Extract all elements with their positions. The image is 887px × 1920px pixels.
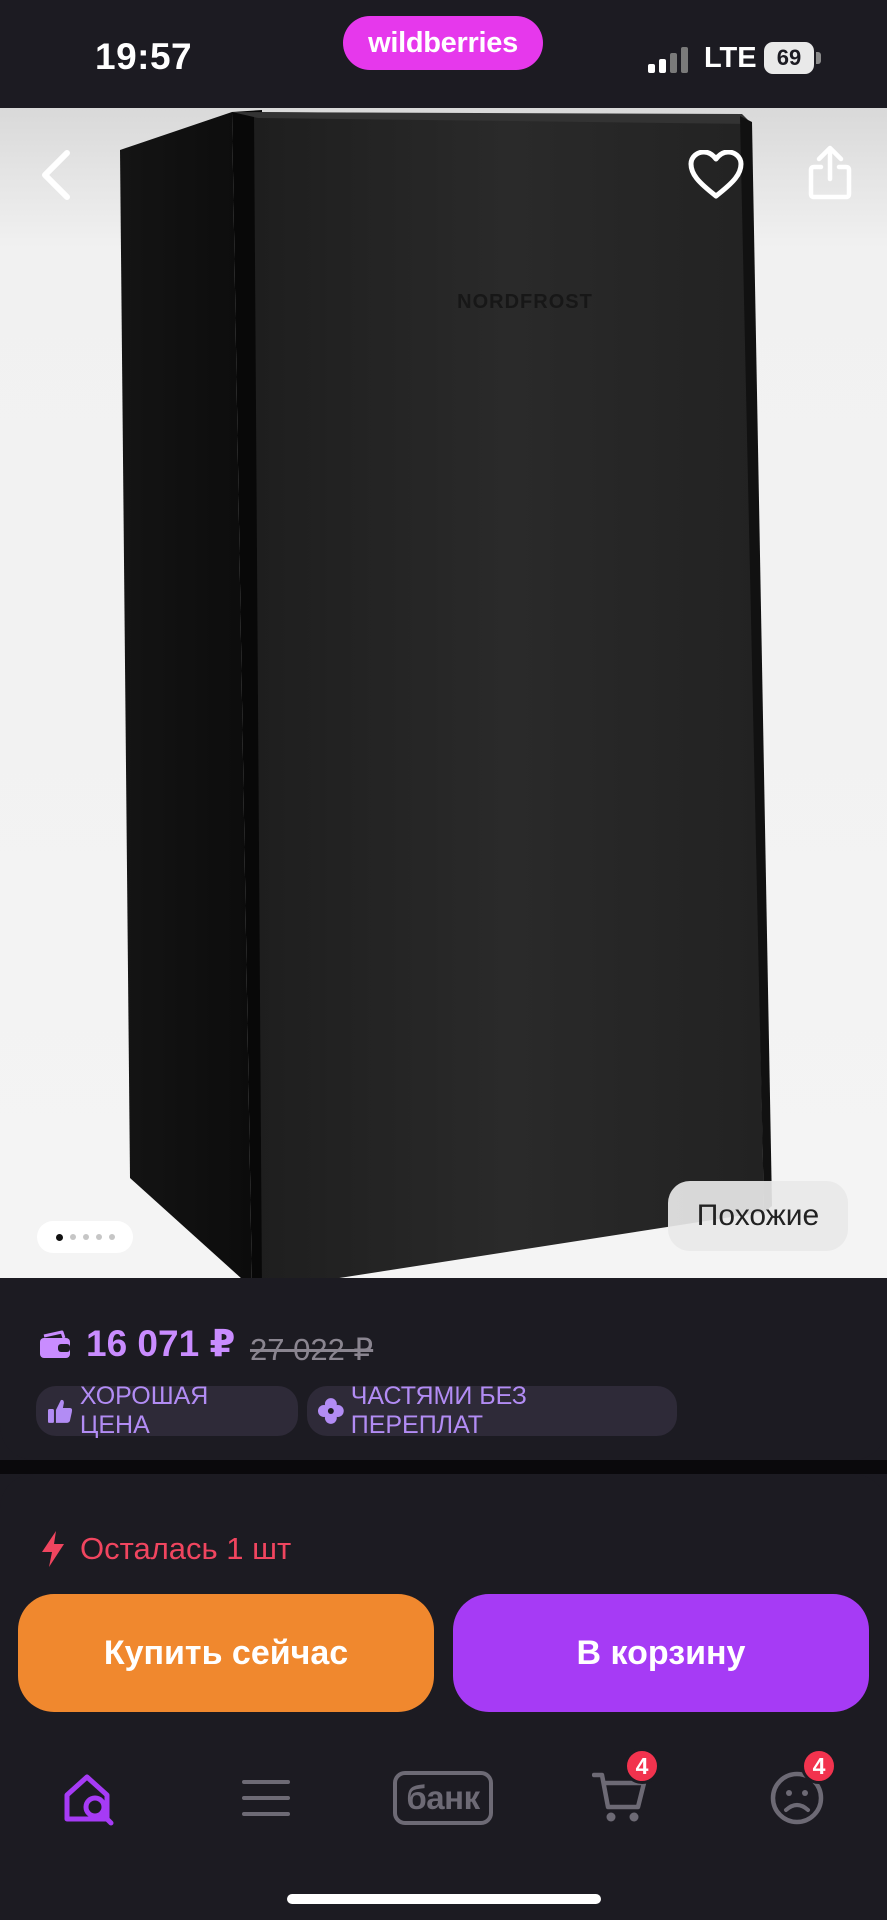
home-indicator[interactable]: [287, 1894, 601, 1904]
pagination-dot: [69, 1234, 76, 1240]
wallet-icon: [40, 1330, 70, 1358]
installments-badge[interactable]: ЧАСТЯМИ БЕЗ ПЕРЕПЛАТ: [307, 1382, 677, 1439]
brand-logo[interactable]: wildberries: [343, 16, 543, 70]
battery-level: 69: [776, 45, 802, 70]
cart-count-badge: 4: [624, 1748, 660, 1784]
tab-cart[interactable]: 4: [570, 1748, 670, 1848]
back-button[interactable]: [22, 140, 92, 210]
chevron-left-icon: [42, 150, 70, 200]
tab-bank[interactable]: банк: [393, 1748, 493, 1848]
share-icon: [808, 145, 852, 200]
good-price-badge[interactable]: ХОРОШАЯ ЦЕНА: [36, 1382, 298, 1439]
old-price: 27 022 ₽: [250, 1332, 374, 1367]
purchase-sheet: Осталась 1 шт Купить сейчас В корзину ба…: [0, 1474, 887, 1920]
favorite-button[interactable]: [681, 140, 751, 210]
installments-label: ЧАСТЯМИ БЕЗ ПЕРЕПЛАТ: [350, 1382, 527, 1439]
battery-tip: [816, 52, 821, 64]
menu-icon: [242, 1780, 290, 1816]
add-to-cart-button[interactable]: В корзину: [453, 1594, 869, 1712]
clover-icon: [317, 1398, 344, 1424]
network-label: LTE: [704, 42, 757, 74]
tab-bar: банк 4 4: [0, 1748, 887, 1858]
tab-profile[interactable]: 4: [747, 1748, 847, 1848]
gallery-pagination: [37, 1221, 133, 1253]
signal-icon: [648, 47, 690, 73]
battery-icon: 69: [764, 42, 814, 74]
current-price: 16 071 ₽: [86, 1323, 236, 1364]
similar-button[interactable]: Похожие: [668, 1181, 848, 1251]
stock-label: Осталась 1 шт: [80, 1531, 292, 1566]
pagination-dot: [108, 1234, 115, 1240]
tab-home[interactable]: [40, 1748, 140, 1848]
product-gallery[interactable]: NORDFROST Похожие: [0, 108, 887, 1290]
price-card: 16 071 ₽ 27 022 ₽ ХОРОШАЯ ЦЕНА ЧАСТЯМИ Б…: [0, 1278, 887, 1460]
share-button[interactable]: [795, 138, 865, 208]
tab-catalog[interactable]: [216, 1748, 316, 1848]
pagination-dot-active: [55, 1233, 63, 1241]
thumbs-up-icon: [47, 1399, 73, 1423]
fridge-image: NORDFROST: [120, 110, 772, 1290]
stock-warning: Осталась 1 шт: [40, 1530, 291, 1568]
heart-icon: [688, 150, 744, 199]
home-search-icon: [64, 1774, 114, 1826]
good-price-label: ХОРОШАЯ ЦЕНА: [79, 1382, 209, 1439]
status-time: 19:57: [95, 36, 193, 77]
status-bar: 19:57 wildberries LTE 69: [0, 0, 887, 108]
bank-label: банк: [393, 1771, 493, 1825]
buy-now-button[interactable]: Купить сейчас: [18, 1594, 434, 1712]
lightning-icon: [42, 1531, 64, 1567]
section-divider: [0, 1460, 887, 1474]
profile-count-badge: 4: [801, 1748, 837, 1784]
pagination-dot: [95, 1234, 102, 1240]
fridge-logo: NORDFROST: [457, 291, 593, 313]
pagination-dot: [82, 1234, 89, 1240]
